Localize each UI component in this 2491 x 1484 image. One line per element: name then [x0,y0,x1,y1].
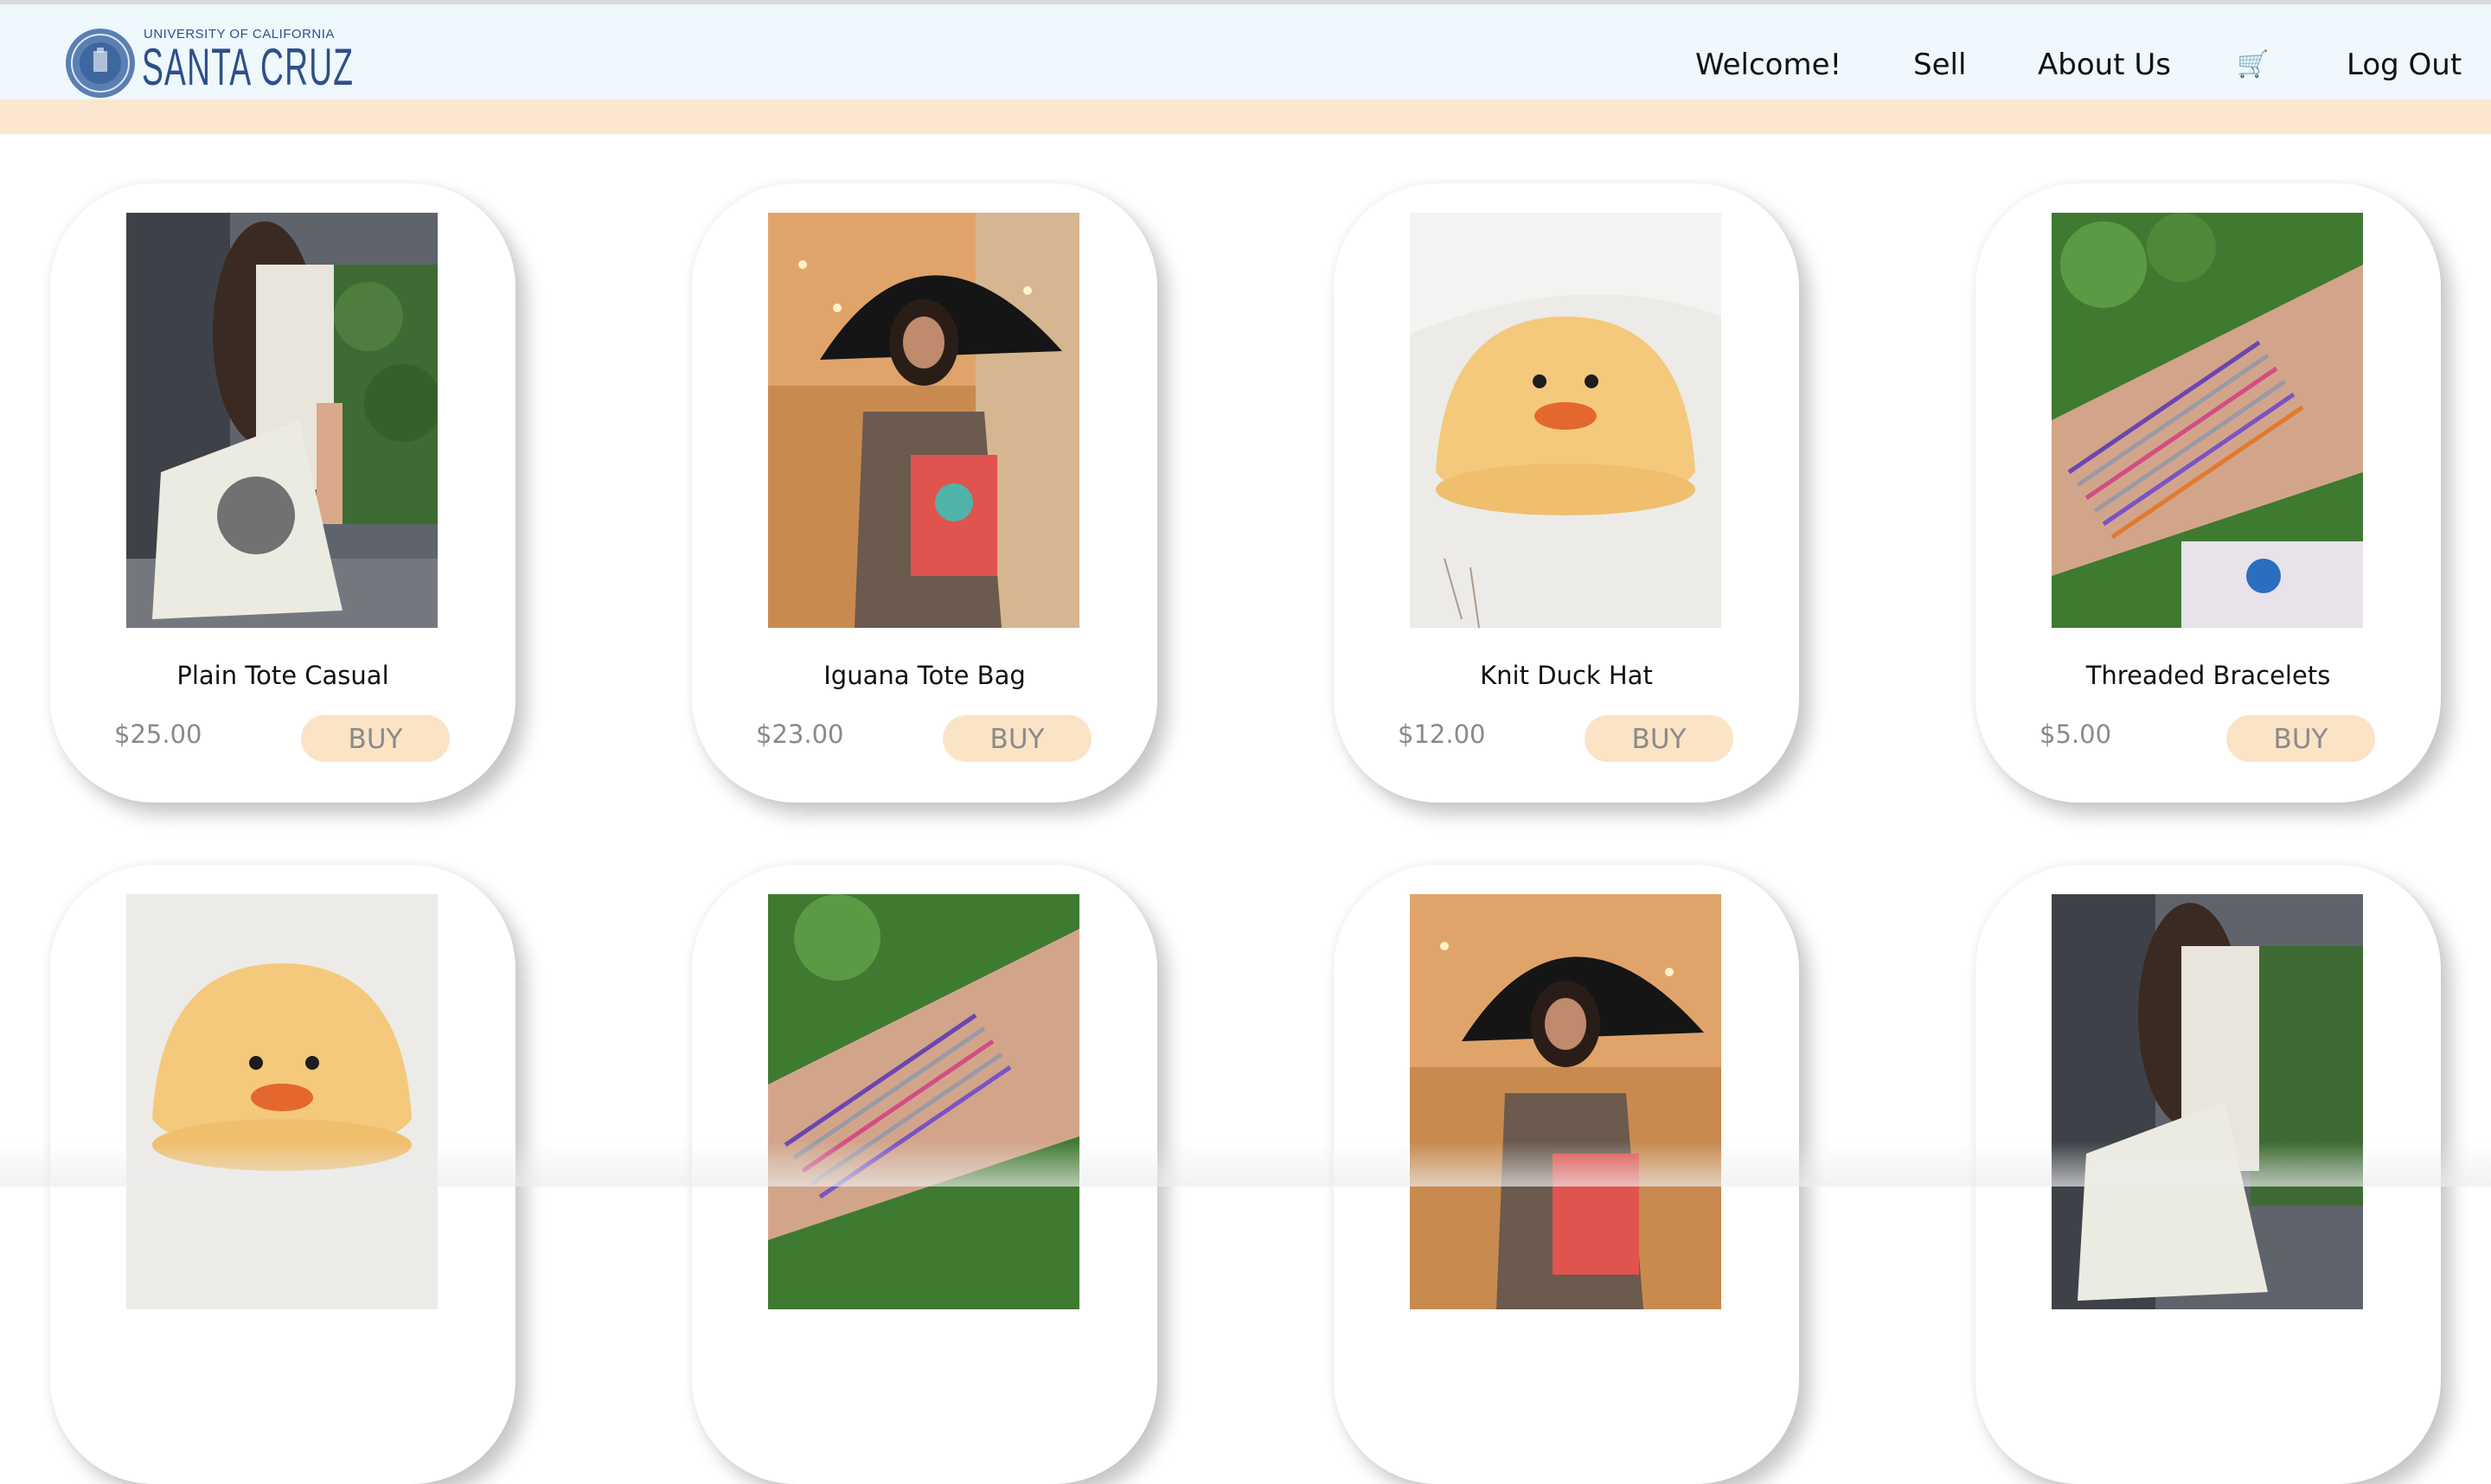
product-card [1334,865,1799,1484]
product-image[interactable] [768,213,1079,628]
nav-welcome[interactable]: Welcome! [1695,48,1841,82]
navbar: UNIVERSITY OF CALIFORNIA SANTA CRUZ Welc… [0,4,2491,99]
buy-button[interactable]: BUY [943,715,1092,762]
product-name[interactable]: Plain Tote Casual [50,661,515,690]
ucsc-logo[interactable]: UNIVERSITY OF CALIFORNIA SANTA CRUZ [64,22,353,98]
header-accent-bar [0,99,2491,134]
product-name[interactable]: Iguana Tote Bag [692,661,1157,690]
product-card [1976,865,2441,1484]
product-image[interactable] [768,894,1079,1309]
product-name[interactable]: Knit Duck Hat [1334,661,1799,690]
product-image[interactable] [2052,894,2363,1309]
product-price: $12.00 [1398,720,1486,749]
product-name[interactable]: Threaded Bracelets [1976,661,2441,690]
product-card: Plain Tote Casual $25.00 BUY [50,183,515,803]
product-price: $23.00 [756,720,844,749]
product-image[interactable] [1410,894,1721,1309]
product-card: Iguana Tote Bag $23.00 BUY [692,183,1157,803]
buy-button[interactable]: BUY [2226,715,2375,762]
nav-sell[interactable]: Sell [1913,48,1966,82]
university-seal-icon [66,29,135,98]
product-card: Threaded Bracelets $5.00 BUY [1976,183,2441,803]
nav-log-out[interactable]: Log Out [2347,48,2462,82]
product-card: Knit Duck Hat $12.00 BUY [1334,183,1799,803]
product-image[interactable] [126,894,438,1309]
product-image[interactable] [126,213,438,628]
product-price: $25.00 [114,720,202,749]
nav-about-us[interactable]: About Us [2038,48,2171,82]
logo-santa-cruz-text: SANTA CRUZ [142,38,355,96]
product-image[interactable] [1410,213,1721,628]
buy-button[interactable]: BUY [1585,715,1733,762]
product-card [692,865,1157,1484]
buy-button[interactable]: BUY [301,715,450,762]
product-image[interactable] [2052,213,2363,628]
product-card [50,865,515,1484]
cart-icon[interactable]: 🛒 [2237,48,2269,82]
product-price: $5.00 [2040,720,2112,749]
